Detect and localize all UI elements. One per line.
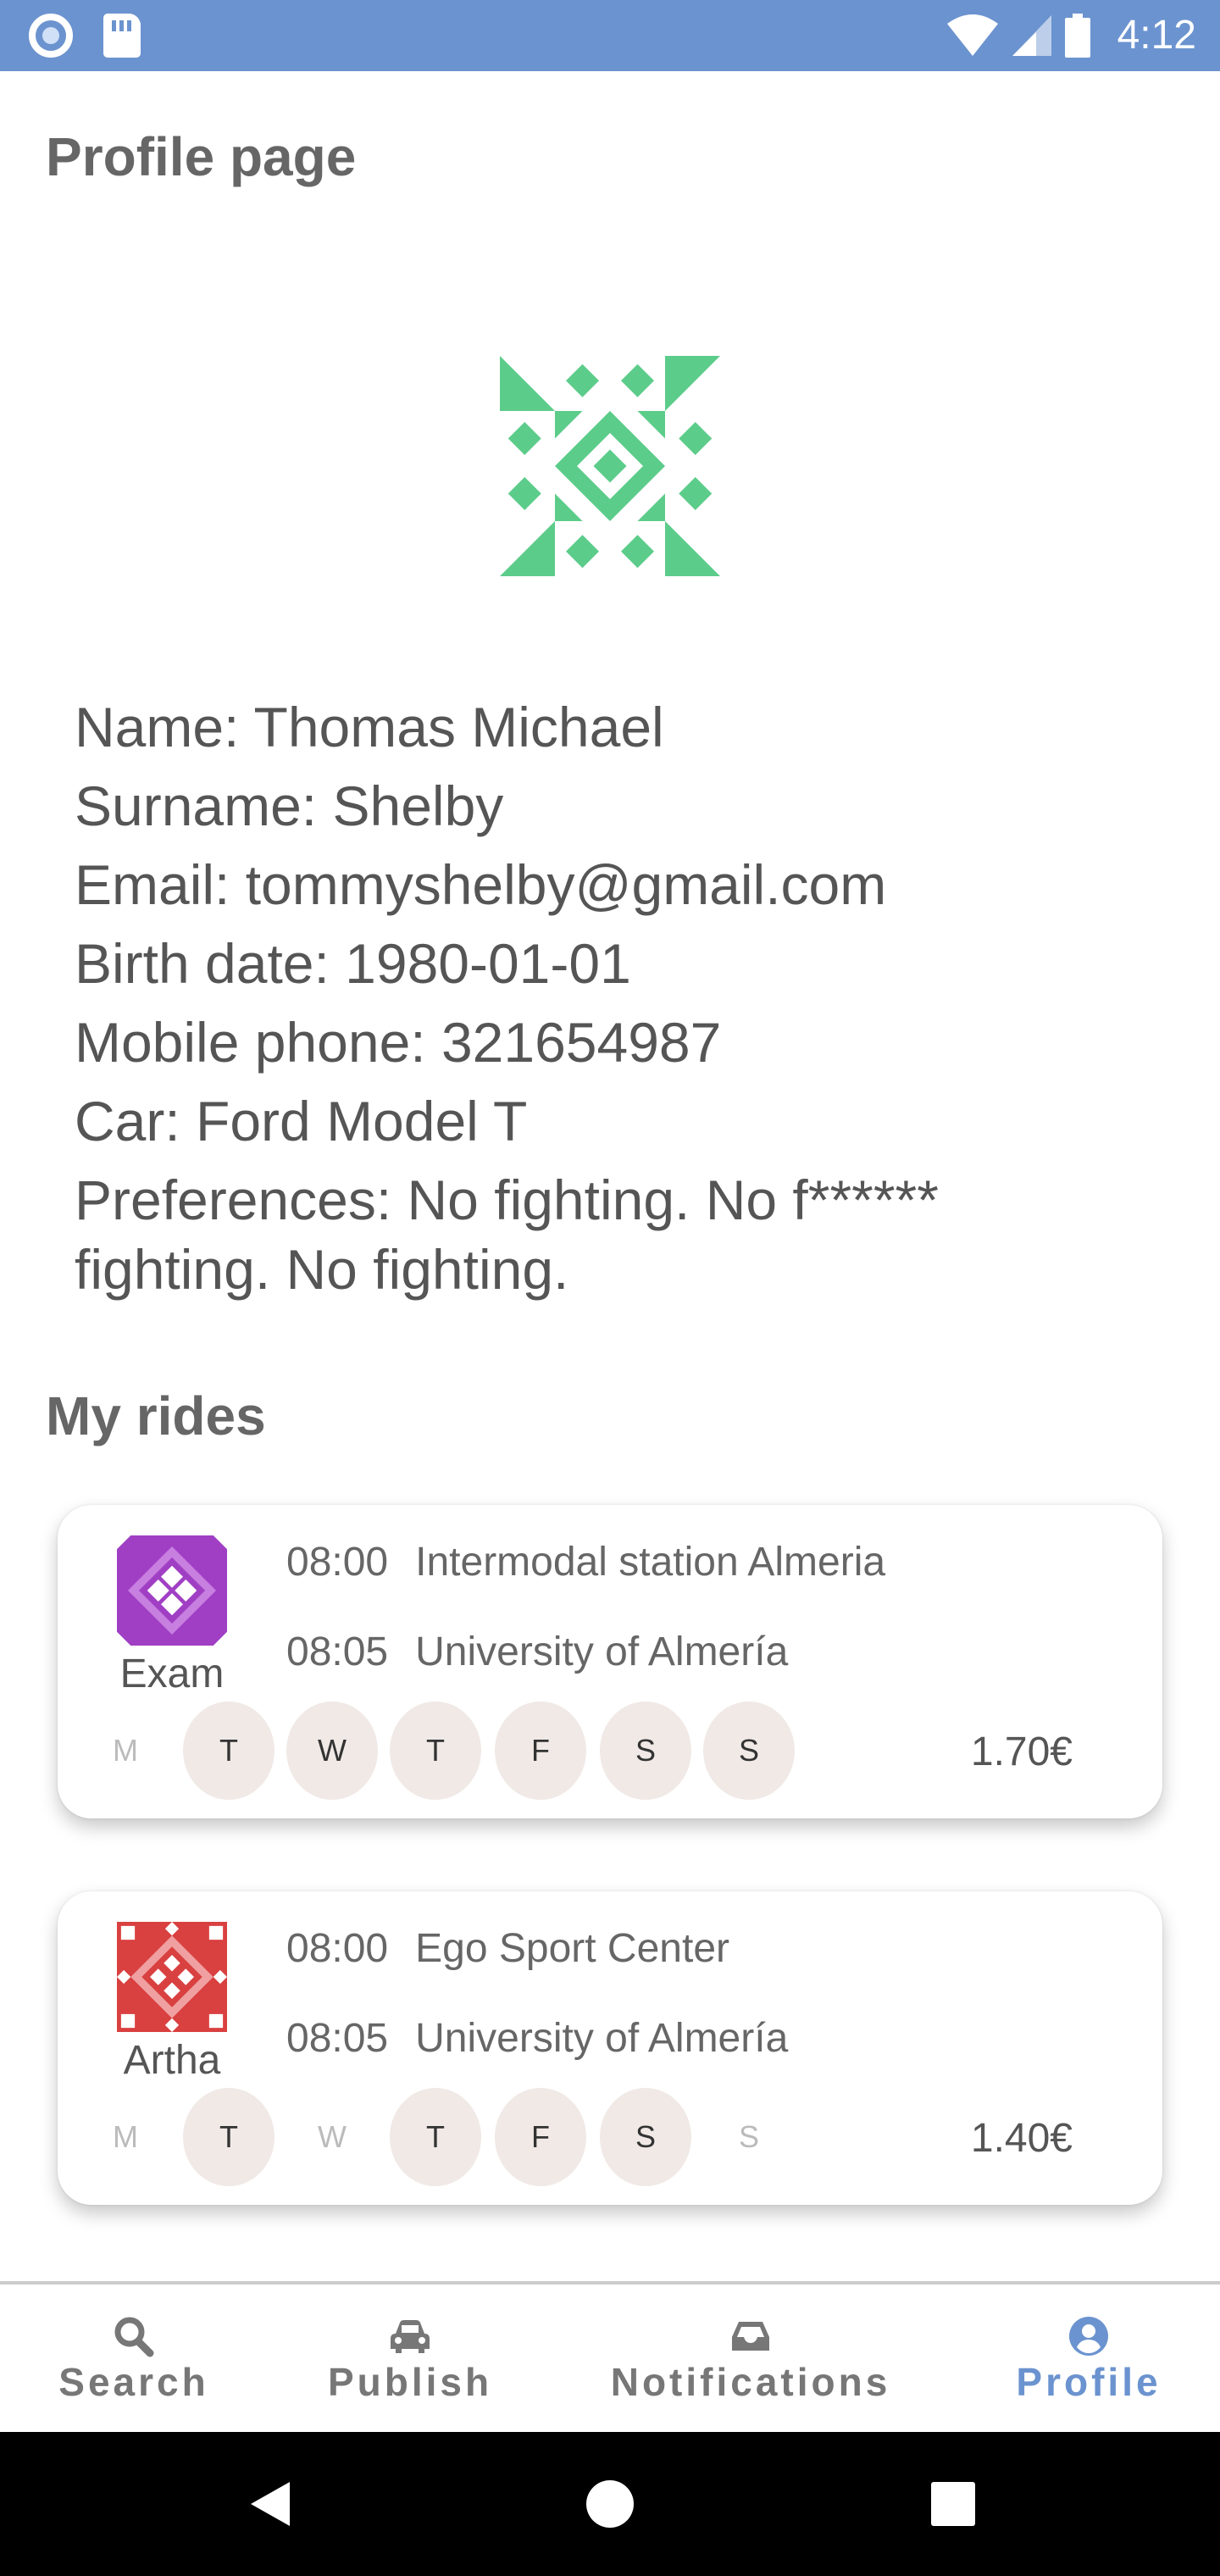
home-circle-icon: [586, 2480, 634, 2528]
day-saturday: S: [600, 2088, 691, 2186]
profile-birth-date: Birth date: 1980-01-01: [75, 932, 631, 995]
back-button[interactable]: [229, 2432, 313, 2576]
day-saturday: S: [600, 1702, 691, 1800]
profile-info: Name: Thomas Michael Surname: Shelby Ema…: [75, 688, 1176, 1304]
ride-card[interactable]: Exam 08:00 Intermodal station Almeria 08…: [58, 1505, 1162, 1818]
car-icon: [391, 2320, 430, 2353]
nav-search[interactable]: Search: [58, 2315, 210, 2405]
nav-profile-label: Profile: [1016, 2360, 1162, 2404]
cell-signal-icon: [1012, 14, 1051, 56]
day-thursday: T: [390, 1702, 481, 1800]
arrive-time: 08:05: [286, 1629, 389, 1674]
day-tuesday: T: [183, 1702, 274, 1800]
nav-notifications[interactable]: Notifications: [607, 2315, 895, 2405]
nav-publish[interactable]: Publish: [325, 2315, 495, 2405]
recents-square-icon: [931, 2482, 975, 2526]
day-monday: M: [113, 2119, 138, 2154]
ride-card[interactable]: Artha 08:00 Ego Sport Center 08:05 Unive…: [58, 1891, 1162, 2205]
destination: University of Almería: [415, 2016, 789, 2061]
status-time: 4:12: [1117, 13, 1196, 58]
day-friday: F: [495, 1702, 586, 1800]
ride-price: 1.70€: [970, 1729, 1073, 1774]
nav-profile[interactable]: Profile: [1008, 2315, 1169, 2405]
day-sunday: S: [703, 1702, 795, 1800]
driver-avatar: [117, 1535, 227, 1646]
nav-search-label: Search: [58, 2360, 209, 2404]
profile-preferences: Preferences: No fighting. No f****** fig…: [75, 1165, 1176, 1304]
origin: Intermodal station Almeria: [415, 1540, 886, 1585]
bottom-navigation: Search Publish Notifications Profile: [0, 2281, 1220, 2432]
ride-price: 1.40€: [970, 2116, 1073, 2161]
destination: University of Almería: [415, 1629, 789, 1674]
recents-button[interactable]: [911, 2432, 995, 2576]
profile-car: Car: Ford Model T: [75, 1090, 528, 1152]
home-button[interactable]: [568, 2432, 652, 2576]
nav-publish-label: Publish: [327, 2360, 493, 2404]
battery-icon: [1064, 13, 1090, 58]
profile-email: Email: tommyshelby@gmail.com: [75, 853, 887, 916]
inbox-icon: [732, 2322, 769, 2351]
preferences-line-2: fighting. No fighting.: [75, 1238, 569, 1301]
status-bar: 4:12: [0, 0, 1220, 71]
day-sunday: S: [738, 2119, 759, 2154]
preferences-line-1: Preferences: No fighting. No f******: [75, 1169, 939, 1231]
back-triangle-icon: [251, 2482, 290, 2526]
ride-arrival: 08:05 University of Almería: [286, 1629, 788, 1675]
day-monday: M: [113, 1733, 138, 1768]
ride-departure: 08:00 Intermodal station Almeria: [286, 1539, 885, 1585]
depart-time: 08:00: [286, 1926, 389, 1971]
driver-name: Exam: [119, 1652, 225, 1696]
page-title: Profile page: [46, 126, 357, 187]
day-friday: F: [495, 2088, 586, 2186]
user-circle-icon: [1069, 2317, 1108, 2356]
day-tuesday: T: [183, 2088, 274, 2186]
sync-status-icon: [29, 14, 73, 58]
driver-avatar: [117, 1922, 227, 2032]
day-wednesday: W: [286, 1702, 378, 1800]
arrive-time: 08:05: [286, 2016, 389, 2061]
sd-card-icon: [103, 14, 141, 58]
profile-surname: Surname: Shelby: [75, 774, 504, 837]
ride-arrival: 08:05 University of Almería: [286, 2015, 788, 2062]
profile-avatar: [500, 356, 720, 576]
origin: Ego Sport Center: [415, 1926, 729, 1971]
nav-notifications-label: Notifications: [610, 2360, 891, 2404]
profile-name: Name: Thomas Michael: [75, 696, 664, 758]
profile-mobile-phone: Mobile phone: 321654987: [75, 1011, 722, 1074]
rides-section-title: My rides: [46, 1385, 266, 1446]
ride-departure: 08:00 Ego Sport Center: [286, 1925, 729, 1972]
day-thursday: T: [390, 2088, 481, 2186]
depart-time: 08:00: [286, 1540, 389, 1585]
system-navigation-bar: [0, 2432, 1220, 2576]
wifi-icon: [946, 14, 998, 56]
search-icon: [114, 2317, 154, 2357]
driver-name: Artha: [123, 2038, 221, 2083]
day-wednesday: W: [318, 2119, 347, 2154]
